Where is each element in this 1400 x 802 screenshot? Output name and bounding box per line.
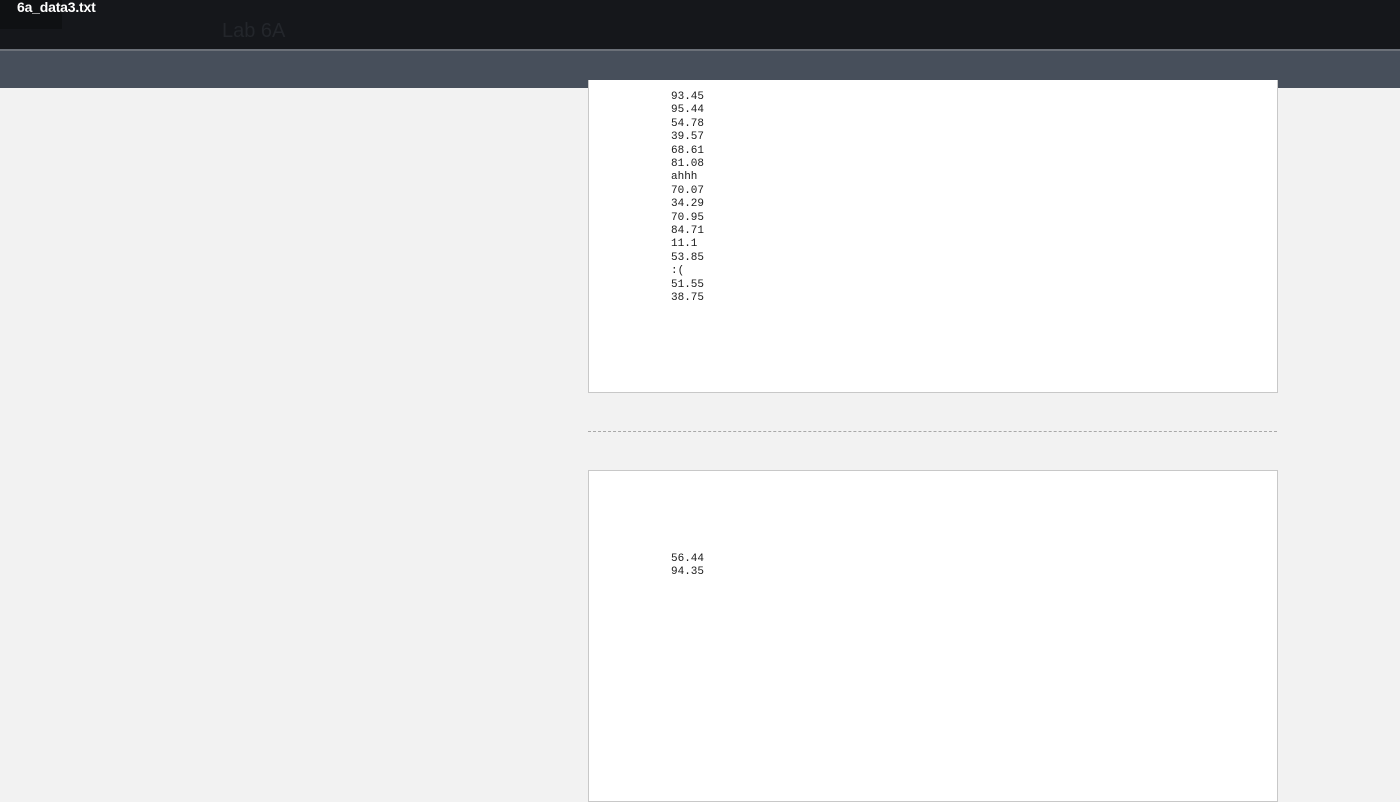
data-line: 95.44	[671, 104, 705, 117]
data-line: :(	[671, 265, 685, 278]
file-preview-panel-bottom: 56.44 94.35	[588, 470, 1278, 802]
data-line: 39.57	[671, 131, 705, 144]
data-line: 93.45	[671, 91, 705, 103]
data-line: 51.55	[671, 278, 705, 291]
data-line: 68.61	[671, 144, 705, 157]
data-line: 56.44	[671, 553, 705, 565]
file-preview-panel-top: 93.45 95.44 54.78 39.57 68.61 81.08 ahhh 70.07 3…	[588, 80, 1278, 393]
data-line: 38.75	[671, 292, 705, 305]
data-line: 94.35	[671, 566, 705, 579]
page-separator	[588, 431, 1277, 432]
data-lines-bottom: 56.44 94.35	[671, 553, 704, 580]
viewer-title-bar: Lab 6A 6a_data3.txt	[0, 0, 1400, 49]
data-line: 34.29	[671, 198, 705, 211]
data-line: 70.07	[671, 184, 705, 197]
data-line: ahhh	[671, 171, 698, 184]
file-title: 6a_data3.txt	[17, 0, 96, 15]
data-line: 54.78	[671, 117, 705, 130]
data-line: 84.71	[671, 225, 705, 238]
data-lines-top: 93.45 95.44 54.78 39.57 68.61 81.08 ahhh 70.07 3…	[671, 91, 704, 306]
data-line: 11.1	[671, 238, 698, 251]
page-heading: Lab 6A	[222, 20, 286, 42]
data-line: 81.08	[671, 158, 705, 171]
data-line: 53.85	[671, 251, 705, 264]
data-line: 70.95	[671, 211, 705, 224]
